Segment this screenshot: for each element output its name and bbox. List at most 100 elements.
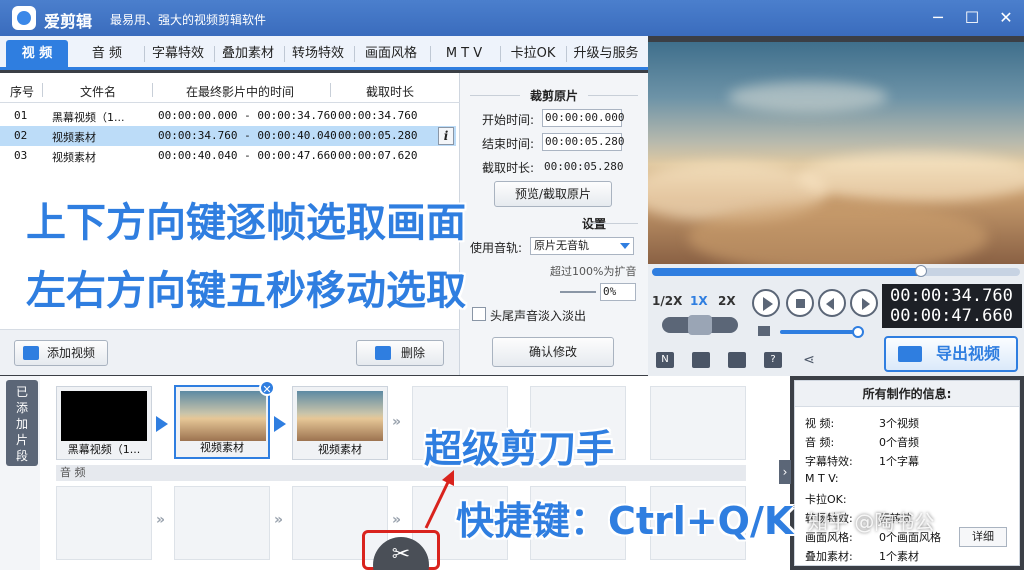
prev-frame-icon[interactable] (818, 289, 846, 317)
start-time-label: 开始时间: (482, 113, 535, 127)
export-video-button[interactable]: 导出视频 (884, 336, 1018, 372)
volume-note: 超过100%为扩音 (550, 265, 637, 278)
current-time: 00:00:34.760 (890, 286, 1013, 306)
row-index: 01 (14, 109, 28, 122)
tab-mtv[interactable]: M T V (432, 40, 496, 68)
volume-bar[interactable] (780, 330, 860, 334)
track-select[interactable]: 原片无音轨 (530, 237, 634, 255)
volume-slider[interactable] (560, 291, 596, 293)
empty-clip-slot[interactable] (650, 386, 746, 460)
help-icon[interactable]: ? (764, 352, 782, 368)
speed-half[interactable]: 1/2X (652, 294, 682, 308)
close-icon[interactable]: ✕ (994, 6, 1018, 30)
expand-panel-icon[interactable]: › (779, 460, 791, 484)
speed-double[interactable]: 2X (718, 294, 736, 308)
table-row[interactable]: 03 视频素材 00:00:40.040 - 00:00:47.660 00:0… (0, 146, 456, 166)
pick-clip-button[interactable]: 预览/截取原片 (494, 181, 612, 207)
table-row[interactable]: 02 视频素材 00:00:34.760 - 00:00:40.040 00:0… (0, 126, 456, 146)
end-time-input[interactable]: 00:00:05.280 (542, 133, 624, 151)
share-icon[interactable]: ⋖ (800, 352, 818, 368)
timeline-clip[interactable]: 黑幕视频（1... (56, 386, 152, 460)
confirm-button[interactable]: 确认修改 (492, 337, 614, 367)
tab-transition[interactable]: 转场特效 (286, 40, 350, 68)
save-icon[interactable] (728, 352, 746, 368)
empty-audio-slot[interactable] (56, 486, 152, 560)
row-filename: 黑幕视频（1... (52, 111, 125, 124)
preview-toolbar: N ? ⋖ 导出视频 (648, 336, 1024, 376)
tab-overlay[interactable]: 叠加素材 (216, 40, 280, 68)
speed-normal[interactable]: 1X (690, 294, 708, 308)
volume-input[interactable]: 0% (600, 283, 636, 301)
start-time-input[interactable]: 00:00:00.000 (542, 109, 624, 127)
timeline-clip[interactable]: 视频素材 ✕ (174, 380, 275, 459)
clip-thumbnail (297, 391, 383, 441)
arrow-right-icon: » (274, 512, 284, 528)
export-label: 导出视频 (935, 344, 1000, 363)
clip-name: 视频素材 (318, 443, 362, 456)
arrow-right-icon (274, 416, 286, 432)
info-label: 视 频: (805, 417, 835, 430)
delete-label: 删除 (401, 346, 426, 360)
volume-handle[interactable] (852, 326, 864, 338)
tab-audio[interactable]: 音 频 (76, 40, 138, 68)
jog-wheel[interactable] (662, 315, 738, 335)
video-preview[interactable] (648, 42, 1024, 264)
play-icon[interactable] (752, 289, 780, 317)
info-value: 1个字幕 (879, 455, 919, 468)
tab-karaoke[interactable]: 卡拉OK (502, 40, 564, 68)
row-time: 00:00:00.000 - 00:00:34.760 (158, 109, 337, 122)
info-title: 所有制作的信息: (795, 381, 1019, 407)
timeline-clip[interactable]: 视频素材 (292, 386, 388, 460)
header-filename: 文件名 (80, 85, 117, 99)
fade-checkbox[interactable] (472, 307, 486, 321)
info-label: 字幕特效: (805, 455, 853, 468)
tab-video[interactable]: 视 频 (6, 40, 68, 68)
arrow-right-icon: » (156, 512, 166, 528)
scissors-icon[interactable]: ✂ (373, 537, 429, 570)
overlay-text-3: 超级剪刀手 (424, 427, 615, 471)
delete-button[interactable]: 删除 (356, 340, 444, 366)
project-info-panel: 所有制作的信息: 视 频: 3个视频 音 频: 0个音频 字幕特效: 1个字幕 … (794, 380, 1020, 566)
end-time-label: 结束时间: (482, 137, 535, 151)
pointer-arrow-icon (424, 470, 454, 529)
new-icon[interactable]: N (656, 352, 674, 368)
add-video-button[interactable]: 添加视频 (14, 340, 108, 366)
stop-icon[interactable] (786, 289, 814, 317)
tab-upgrade[interactable]: 升级与服务 (568, 40, 644, 68)
overlay-text-1: 上下方向键逐帧选取画面 (26, 200, 466, 246)
seek-progress (652, 268, 921, 276)
info-value: 3个视频 (879, 417, 919, 430)
arrow-right-icon: » (392, 512, 402, 528)
info-icon[interactable]: i (438, 127, 454, 145)
arrow-right-icon: » (392, 414, 402, 430)
clip-length-value: 00:00:05.280 (544, 160, 624, 173)
watermark-text: 知乎 @陶书公 (808, 510, 935, 534)
row-duration: 00:00:07.620 (338, 149, 418, 162)
next-frame-icon[interactable] (850, 289, 878, 317)
track-label: 使用音轨: (470, 241, 523, 255)
minimize-icon[interactable]: ─ (926, 6, 950, 30)
chevron-down-icon (620, 243, 630, 249)
info-value: 1个素材 (879, 550, 919, 563)
detail-button[interactable]: 详细 (959, 527, 1007, 547)
track-select-value: 原片无音轨 (534, 239, 589, 252)
audio-track-label: 音 频 (56, 465, 746, 481)
tab-style[interactable]: 画面风格 (356, 40, 426, 68)
row-index: 03 (14, 149, 28, 162)
clip-name: 视频素材 (200, 441, 244, 454)
volume-icon[interactable] (758, 326, 770, 336)
maximize-icon[interactable]: ☐ (960, 6, 984, 30)
table-row[interactable]: 01 黑幕视频（1... 00:00:00.000 - 00:00:34.760… (0, 106, 456, 126)
empty-audio-slot[interactable] (174, 486, 270, 560)
fade-label: 头尾声音淡入淡出 (490, 309, 587, 323)
film-icon (23, 346, 39, 360)
folder-icon[interactable] (692, 352, 710, 368)
row-duration: 00:00:05.280 (338, 129, 418, 142)
info-label: 音 频: (805, 436, 835, 449)
seek-handle[interactable] (914, 265, 927, 277)
export-icon (898, 346, 922, 362)
seek-bar[interactable] (652, 265, 1020, 277)
remove-clip-icon[interactable]: ✕ (259, 380, 275, 396)
tab-subtitle[interactable]: 字幕特效 (146, 40, 210, 68)
header-time: 在最终影片中的时间 (186, 85, 295, 99)
